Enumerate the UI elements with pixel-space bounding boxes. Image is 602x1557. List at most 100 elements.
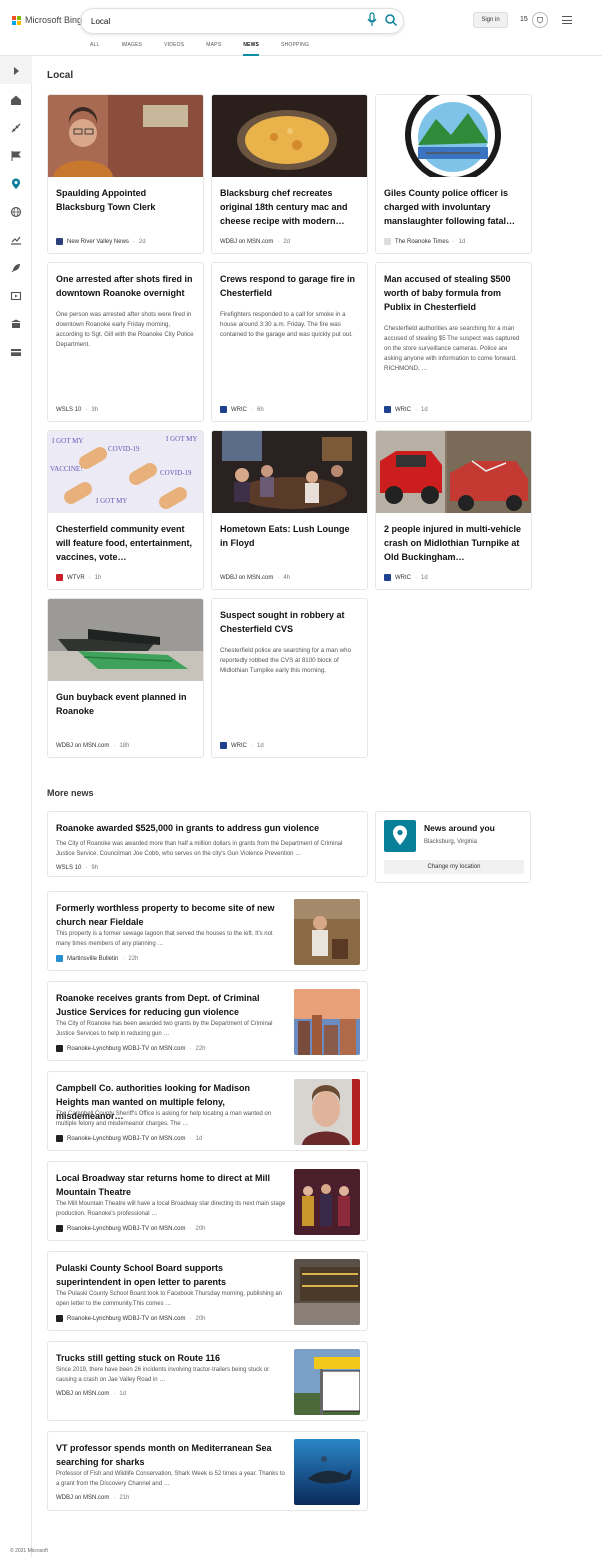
sidebar bbox=[0, 56, 32, 1557]
rocket-icon[interactable] bbox=[10, 262, 22, 274]
card-headline[interactable]: Hometown Eats: Lush Lounge in Floyd bbox=[212, 522, 367, 550]
card-headline[interactable]: Blacksburg chef recreates original 18th … bbox=[212, 186, 367, 228]
more-news-item[interactable]: Local Broadway star returns home to dire… bbox=[47, 1161, 368, 1241]
card-snippet: One person was arrested after shots were… bbox=[56, 311, 194, 348]
publisher-icon bbox=[56, 574, 63, 581]
more-news-item[interactable]: Pulaski County School Board supports sup… bbox=[47, 1251, 368, 1331]
news-card[interactable]: One arrested after shots fired in downto… bbox=[47, 262, 204, 422]
news-thumbnail bbox=[294, 1169, 360, 1235]
card-source: WRIC · 1d bbox=[220, 742, 264, 749]
news-card[interactable]: Spaulding Appointed Blacksburg Town Cler… bbox=[47, 94, 204, 254]
news-thumbnail bbox=[376, 431, 531, 513]
item-headline[interactable]: Pulaski County School Board supports sup… bbox=[56, 1261, 284, 1289]
more-news-item[interactable]: Campbell Co. authorities looking for Mad… bbox=[47, 1071, 368, 1151]
item-headline[interactable]: Local Broadway star returns home to dire… bbox=[56, 1171, 284, 1199]
tab-images[interactable]: IMAGES bbox=[122, 38, 143, 56]
svg-text:COVID-19: COVID-19 bbox=[160, 469, 192, 477]
bank-icon[interactable] bbox=[10, 318, 22, 330]
item-source: Roanoke-Lynchburg WDBJ-TV on MSN.com · 20h bbox=[56, 1315, 206, 1322]
news-thumbnail bbox=[294, 989, 360, 1055]
hamburger-menu-icon[interactable] bbox=[562, 16, 572, 24]
chart-icon[interactable] bbox=[10, 234, 22, 246]
news-thumbnail bbox=[294, 1259, 360, 1325]
card-source: WRIC · 1d bbox=[384, 574, 428, 581]
search-input[interactable] bbox=[91, 14, 341, 28]
card-headline[interactable]: Suspect sought in robbery at Chesterfiel… bbox=[212, 608, 367, 636]
publisher-icon bbox=[384, 574, 391, 581]
news-thumbnail: I GOT MY COVID-19 I GOT MY VACCINE! COVID-1… bbox=[48, 431, 203, 513]
expand-icon[interactable] bbox=[10, 65, 22, 77]
news-card[interactable]: Crews respond to garage fire in Chesterf… bbox=[211, 262, 368, 422]
publisher-icon bbox=[220, 406, 227, 413]
item-headline[interactable]: Trucks still getting stuck on Route 116 bbox=[56, 1351, 284, 1365]
more-news-item[interactable]: Roanoke receives grants from Dept. of Cr… bbox=[47, 981, 368, 1061]
world-icon[interactable] bbox=[10, 206, 22, 218]
current-location: Blacksburg, Virginia bbox=[424, 839, 477, 845]
video-icon[interactable] bbox=[10, 290, 22, 302]
microphone-icon[interactable] bbox=[366, 12, 378, 28]
card-source: WTVR · 1h bbox=[56, 574, 101, 581]
news-card[interactable]: Hometown Eats: Lush Lounge in Floyd WDBJ… bbox=[211, 430, 368, 590]
news-around-you: News around you Blacksburg, Virginia Cha… bbox=[375, 811, 531, 883]
more-news-item[interactable]: VT professor spends month on Mediterrane… bbox=[47, 1431, 368, 1511]
logo-text: Microsoft Bing bbox=[25, 15, 83, 25]
news-card[interactable]: I GOT MY COVID-19 I GOT MY VACCINE! COVID-1… bbox=[47, 430, 204, 590]
card-headline[interactable]: Giles County police officer is charged w… bbox=[376, 186, 531, 228]
item-source: WDBJ on MSN.com · 1d bbox=[56, 1391, 127, 1397]
search-icon[interactable] bbox=[384, 13, 398, 27]
tab-maps[interactable]: MAPS bbox=[206, 38, 221, 56]
card-headline[interactable]: One arrested after shots fired in downto… bbox=[48, 272, 203, 300]
item-source: WSLS 10 · 9h bbox=[56, 865, 99, 871]
card-source: WDBJ on MSN.com · 18h bbox=[56, 743, 130, 749]
footer: © 2021 Microsoft bbox=[10, 1548, 48, 1554]
news-card[interactable]: 2 people injured in multi-vehicle crash … bbox=[375, 430, 532, 590]
location-icon[interactable] bbox=[10, 178, 22, 190]
news-card[interactable]: Blacksburg chef recreates original 18th … bbox=[211, 94, 368, 254]
item-snippet: This property is a former sewage lagoon … bbox=[56, 931, 273, 947]
news-thumbnail bbox=[294, 1079, 360, 1145]
card-headline[interactable]: 2 people injured in multi-vehicle crash … bbox=[376, 522, 531, 564]
bing-logo[interactable]: Microsoft Bing bbox=[12, 15, 82, 25]
home-icon[interactable] bbox=[10, 94, 22, 106]
news-card[interactable]: Giles County police officer is charged w… bbox=[375, 94, 532, 254]
tab-news[interactable]: NEWS bbox=[243, 38, 260, 56]
rewards-points[interactable]: 15 bbox=[520, 16, 528, 23]
news-card[interactable]: Gun buyback event planned in Roanoke WDB… bbox=[47, 598, 204, 758]
card-source: WRIC · 6h bbox=[220, 406, 264, 413]
more-news-item[interactable]: Roanoke awarded $525,000 in grants to ad… bbox=[47, 811, 368, 877]
news-thumbnail bbox=[376, 95, 531, 177]
item-snippet: The City of Roanoke was awarded more tha… bbox=[56, 841, 343, 857]
item-headline[interactable]: Roanoke awarded $525,000 in grants to ad… bbox=[56, 821, 356, 835]
item-headline[interactable]: Roanoke receives grants from Dept. of Cr… bbox=[56, 991, 284, 1019]
item-headline[interactable]: VT professor spends month on Mediterrane… bbox=[56, 1441, 284, 1469]
tab-videos[interactable]: VIDEOS bbox=[164, 38, 184, 56]
publisher-icon bbox=[384, 238, 391, 245]
rewards-icon[interactable] bbox=[532, 12, 548, 28]
card-icon[interactable] bbox=[10, 346, 22, 358]
sports-icon[interactable] bbox=[10, 122, 22, 134]
flag-icon[interactable] bbox=[10, 150, 22, 162]
location-pin-icon bbox=[384, 820, 416, 852]
search-box[interactable] bbox=[80, 8, 404, 34]
change-location-button[interactable]: Change my location bbox=[384, 860, 524, 874]
tab-shopping[interactable]: SHOPPING bbox=[281, 38, 309, 56]
more-news-item[interactable]: Formerly worthless property to become si… bbox=[47, 891, 368, 971]
sign-in-button[interactable]: Sign in bbox=[473, 12, 508, 28]
item-headline[interactable]: Formerly worthless property to become si… bbox=[56, 901, 284, 929]
more-news-item[interactable]: Trucks still getting stuck on Route 116 … bbox=[47, 1341, 368, 1421]
tab-all[interactable]: ALL bbox=[90, 38, 100, 56]
card-headline[interactable]: Chesterfield community event will featur… bbox=[48, 522, 203, 564]
card-headline[interactable]: Spaulding Appointed Blacksburg Town Cler… bbox=[48, 186, 203, 214]
news-thumbnail bbox=[294, 899, 360, 965]
news-thumbnail bbox=[212, 431, 367, 513]
card-source: WRIC · 1d bbox=[384, 406, 428, 413]
news-card[interactable]: Man accused of stealing $500 worth of ba… bbox=[375, 262, 532, 422]
news-card[interactable]: Suspect sought in robbery at Chesterfiel… bbox=[211, 598, 368, 758]
microsoft-logo-icon bbox=[12, 15, 21, 25]
card-headline[interactable]: Crews respond to garage fire in Chesterf… bbox=[212, 272, 367, 300]
item-source: Roanoke-Lynchburg WDBJ-TV on MSN.com · 22h bbox=[56, 1045, 206, 1052]
publisher-icon bbox=[220, 742, 227, 749]
card-headline[interactable]: Gun buyback event planned in Roanoke bbox=[48, 690, 203, 718]
card-headline[interactable]: Man accused of stealing $500 worth of ba… bbox=[376, 272, 531, 314]
publisher-icon bbox=[56, 238, 63, 245]
